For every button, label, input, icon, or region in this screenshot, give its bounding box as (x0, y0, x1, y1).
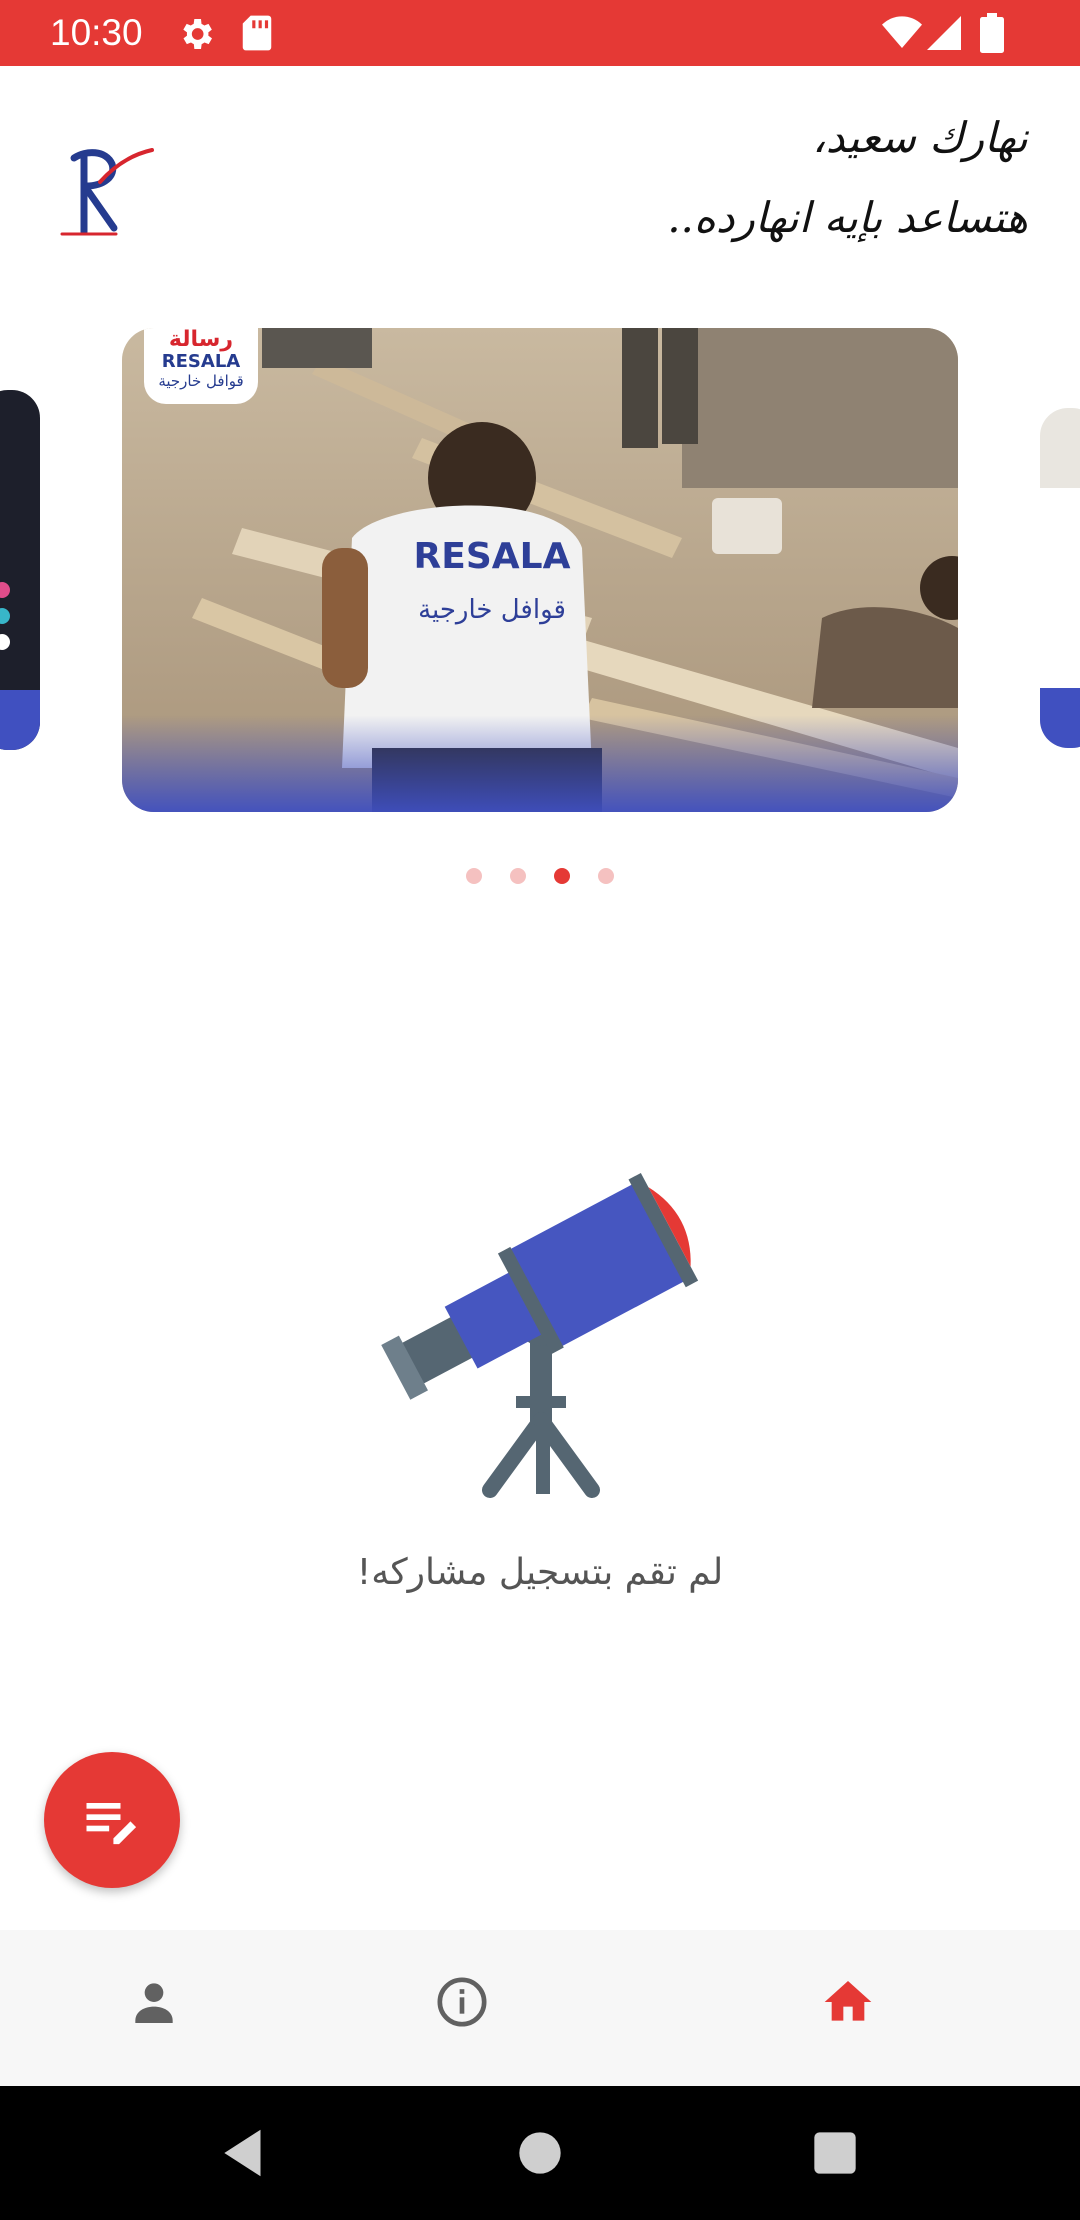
greeting: نهارك سعيد، هتساعد بإيه انهارده.. (328, 110, 1028, 246)
carousel-dot-3[interactable] (554, 868, 570, 884)
home-icon (824, 1981, 872, 2021)
system-navigation-bar (0, 2086, 1080, 2220)
badge-subtitle: قوافل خارجية (158, 372, 244, 390)
greeting-line-1: نهارك سعيد، (812, 113, 1028, 162)
carousel-slide-previous[interactable] (0, 390, 40, 750)
info-icon (437, 1977, 487, 2027)
telescope-icon (381, 1172, 699, 1498)
slide-next-image (1040, 408, 1080, 748)
carousel-dot-4[interactable] (598, 868, 614, 884)
edit-note-icon (86, 1803, 137, 1845)
recents-icon[interactable] (804, 2122, 866, 2184)
greeting-line-2: هتساعد بإيه انهارده.. (667, 193, 1028, 242)
person-icon (135, 1983, 173, 2023)
bottom-navigation (0, 1930, 1080, 2086)
signal-icon (927, 16, 961, 50)
status-time: 10:30 (50, 12, 143, 53)
nav-item-about[interactable] (362, 1930, 562, 2086)
wifi-icon (882, 16, 922, 48)
carousel-slide-current[interactable]: RESALA قوافل خارجية رسالة RESALA قوافل خ… (122, 328, 958, 812)
resala-badge: رسالة RESALA قوافل خارجية (144, 328, 258, 404)
empty-state-message: لم تقم بتسجيل مشاركه! (356, 1552, 724, 1593)
carousel-slide-next[interactable] (1040, 408, 1080, 748)
back-icon[interactable] (214, 2122, 276, 2184)
home-circle-icon[interactable] (509, 2122, 571, 2184)
nav-item-profile[interactable] (54, 1930, 254, 2086)
nav-item-home[interactable] (748, 1930, 948, 2086)
add-participation-button[interactable] (44, 1752, 180, 1888)
gear-icon (183, 19, 212, 49)
carousel-dot-1[interactable] (466, 868, 482, 884)
image-carousel[interactable]: RESALA قوافل خارجية رسالة RESALA قوافل خ… (0, 328, 1080, 812)
status-bar: 10:30 (0, 0, 1080, 66)
carousel-dot-2[interactable] (510, 868, 526, 884)
battery-icon (980, 13, 1004, 53)
slide-previous-image (0, 390, 40, 750)
badge-arabic-title: رسالة (168, 328, 234, 352)
resala-logo (60, 148, 154, 236)
carousel-indicator (0, 868, 1080, 888)
sd-card-icon (242, 15, 272, 51)
badge-latin-title: RESALA (161, 351, 241, 372)
